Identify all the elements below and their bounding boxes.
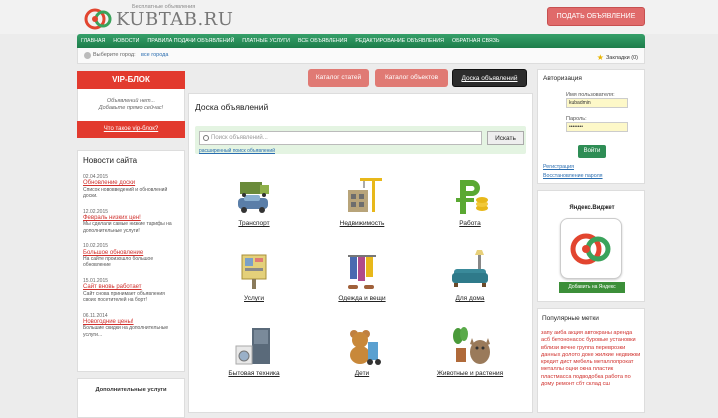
category-transport[interactable]: Транспорт xyxy=(209,174,299,227)
username-label: Имя пользователя: xyxy=(566,92,615,98)
nav-item-home[interactable]: ГЛАВНАЯ xyxy=(81,38,105,44)
vip-block-body: Объявлений нет... Добавьте прямо сейчас! xyxy=(77,89,185,121)
category-label: Транспорт xyxy=(238,220,270,227)
clothes-rack-icon xyxy=(348,255,376,289)
login-button[interactable]: Войти xyxy=(578,145,606,158)
billboard-icon xyxy=(241,254,267,289)
nav-item-paid-services[interactable]: ПЛАТНЫЕ УСЛУГИ xyxy=(242,38,290,44)
tab-objects[interactable]: Каталог объектов xyxy=(375,69,448,87)
post-ad-button[interactable]: ПОДАТЬ ОБЪЯВЛЕНИЕ xyxy=(547,7,645,26)
news-title: Новости сайта xyxy=(83,156,138,165)
search-button[interactable]: Искать xyxy=(487,131,524,145)
nav-item-all-ads[interactable]: ВСЕ ОБЪЯВЛЕНИЯ xyxy=(298,38,347,44)
search-placeholder: Поиск объявлений... xyxy=(211,135,268,141)
ruble-icon xyxy=(456,180,488,214)
category-label: Дети xyxy=(354,370,370,377)
category-label: Бытовая техника xyxy=(228,370,280,377)
advanced-search-link[interactable]: расширенный поиск объявлений xyxy=(199,148,275,154)
password-input[interactable]: •••••••• xyxy=(566,122,628,132)
category-appliances[interactable]: Бытовая техника xyxy=(209,324,299,377)
auth-panel: Авторизация Имя пользователя: kubadmin П… xyxy=(537,69,645,184)
category-label: Услуги xyxy=(244,295,264,302)
category-home[interactable]: Для дома xyxy=(425,249,515,302)
add-to-yandex-button[interactable]: Добавить на Яндекс xyxy=(559,282,625,293)
tags-panel: Популярные метки запу аиба акция автокра… xyxy=(537,308,645,413)
news-item: 02.04.2015 Обновление доски Список новов… xyxy=(83,174,179,200)
extra-services-panel: Дополнительные услуги xyxy=(77,378,185,418)
page-title: Доска объявлений xyxy=(195,102,269,112)
vip-info-link[interactable]: Что такое vip-блок? xyxy=(77,121,185,138)
news-text: Список нововведений и обновлений доски. xyxy=(83,186,168,200)
city-label: Выберите город: xyxy=(93,52,136,58)
bookmarks-label: Закладки (0) xyxy=(605,55,638,61)
vip-add-text: Добавьте прямо сейчас! xyxy=(98,105,164,111)
logo-text[interactable]: KUBTAB.RU xyxy=(116,9,233,30)
logo-icon[interactable] xyxy=(84,8,114,30)
news-item: 10.02.2015 Большое обновление На сайте п… xyxy=(83,243,179,269)
category-kids[interactable]: Дети xyxy=(317,324,407,377)
tab-articles[interactable]: Каталог статей xyxy=(308,69,369,87)
yandex-widget-title: Яндекс.Виджет xyxy=(569,205,615,211)
header: Бесплатные объявления KUBTAB.RU ПОДАТЬ О… xyxy=(0,0,718,34)
category-label: Работа xyxy=(459,220,481,227)
news-item: 12.02.2015 Февраль низких цен! Мы сделал… xyxy=(83,209,179,235)
nav-item-edit-ad[interactable]: РЕДАКТИРОВАНИЕ ОБЪЯВЛЕНИЯ xyxy=(355,38,444,44)
news-panel: Новости сайта 02.04.2015 Обновление доск… xyxy=(77,150,185,372)
logo-icon xyxy=(570,233,611,265)
category-work[interactable]: Работа xyxy=(425,174,515,227)
news-text: Мы сделали самые низкие тарифы на дополн… xyxy=(83,221,172,234)
category-label: Недвижимость xyxy=(339,220,385,227)
city-bar: Выберите город: все города ★ Закладки (0) xyxy=(77,48,645,64)
cat-and-plant-icon xyxy=(453,327,490,364)
location-icon xyxy=(84,52,91,59)
news-text: Сайт снова принимает объявления своих по… xyxy=(83,290,165,304)
star-icon: ★ xyxy=(596,53,604,62)
widget-preview xyxy=(560,218,622,279)
sofa-icon xyxy=(452,250,488,287)
category-label: Одежда и вещи xyxy=(338,295,386,302)
nav-item-rules[interactable]: ПРАВИЛА ПОДАЧИ ОБЪЯВЛЕНИЙ xyxy=(147,38,234,44)
vip-empty-text: Объявлений нет... xyxy=(106,98,156,104)
construction-icon xyxy=(348,178,382,212)
username-input[interactable]: kubadmin xyxy=(566,98,628,108)
search-box: Поиск объявлений... Искать расширенный п… xyxy=(195,126,526,154)
news-text: На сайте произошло большое обновление xyxy=(83,256,154,269)
news-item: 06.11.2014 Новогодние цены! Большие скид… xyxy=(83,313,179,339)
vip-block-title: VIP-БЛОК xyxy=(77,71,185,89)
yandex-widget-panel: Яндекс.Виджет Добавить на Яндекс xyxy=(537,190,645,302)
main-panel: Доска объявлений Поиск объявлений... Иск… xyxy=(188,93,533,413)
tags-title: Популярные метки xyxy=(542,315,599,322)
restore-password-link[interactable]: Восстановление пароля xyxy=(543,173,603,179)
nav-item-news[interactable]: НОВОСТИ xyxy=(113,38,139,44)
search-input[interactable]: Поиск объявлений... xyxy=(199,131,482,145)
city-select[interactable]: все города xyxy=(141,52,168,58)
category-real-estate[interactable]: Недвижимость xyxy=(317,174,407,227)
category-label: Для дома xyxy=(455,295,485,302)
extra-services-title: Дополнительные услуги xyxy=(95,387,167,393)
search-icon xyxy=(203,135,209,141)
auth-title: Авторизация xyxy=(543,75,582,82)
category-animals[interactable]: Животные и растения xyxy=(425,324,515,377)
appliances-icon xyxy=(235,328,270,365)
category-services[interactable]: Услуги xyxy=(209,249,299,302)
news-text: Большие скидки на дополнительные услуги.… xyxy=(83,325,169,338)
nav-item-feedback[interactable]: ОБРАТНАЯ СВЯЗЬ xyxy=(452,38,499,44)
category-label: Животные и растения xyxy=(436,370,504,377)
top-navigation: ГЛАВНАЯ НОВОСТИ ПРАВИЛА ПОДАЧИ ОБЪЯВЛЕНИ… xyxy=(77,34,645,48)
news-item: 15.01.2015 Сайт вновь работает Сайт снов… xyxy=(83,278,179,304)
category-clothes[interactable]: Одежда и вещи xyxy=(317,249,407,302)
tag-cloud[interactable]: запу аиба акция автокраны аренда асб бет… xyxy=(541,330,641,388)
truck-icon xyxy=(238,182,269,213)
tab-board[interactable]: Доска объявлений xyxy=(452,69,527,87)
register-link[interactable]: Регистрация xyxy=(543,164,574,170)
bookmarks-link[interactable]: ★ Закладки (0) xyxy=(596,52,638,62)
teddy-bear-icon xyxy=(350,330,381,365)
